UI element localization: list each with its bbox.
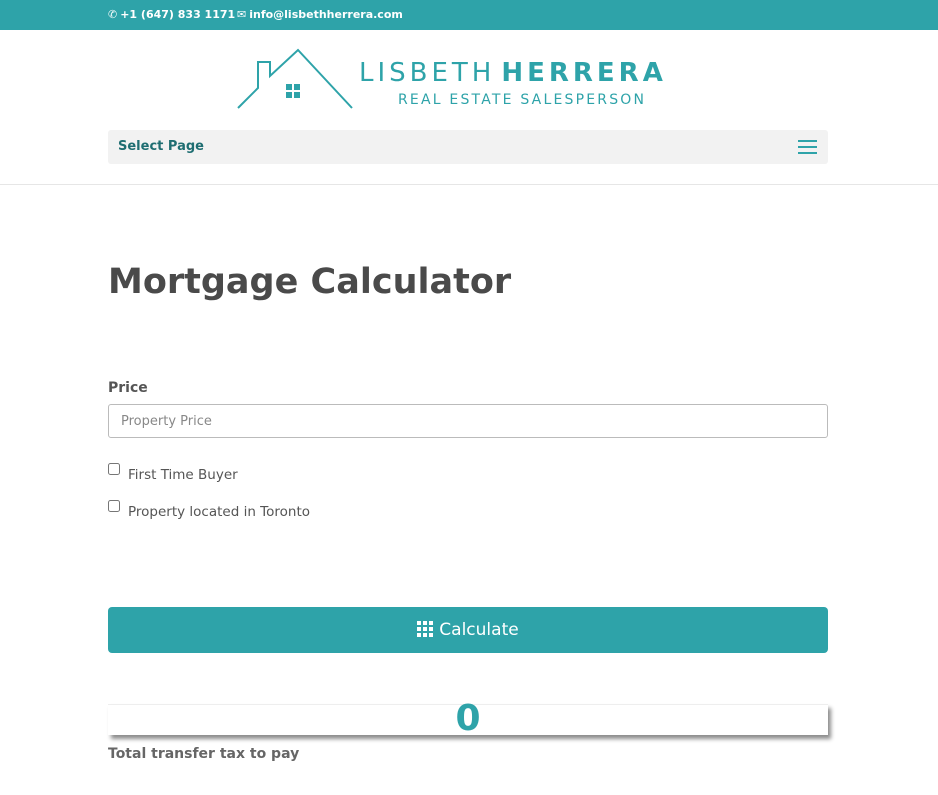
toronto-property-checkbox[interactable]: [108, 500, 120, 512]
site-logo[interactable]: LISBETH HERRERA REAL ESTATE SALESPERSON: [236, 48, 706, 112]
logo-last-name: HERRERA: [501, 58, 667, 88]
transfer-tax-value: 0: [455, 698, 481, 739]
email-address: info@lisbethherrera.com: [249, 8, 403, 21]
phone-icon: ✆: [108, 8, 118, 21]
phone-link[interactable]: ✆ +1 (647) 833 1171: [108, 8, 235, 22]
logo-first-name: LISBETH: [359, 58, 496, 88]
first-time-buyer-label[interactable]: First Time Buyer: [128, 467, 238, 483]
site-header: LISBETH HERRERA REAL ESTATE SALESPERSON S…: [0, 30, 938, 185]
hamburger-menu-icon[interactable]: [798, 140, 817, 154]
calculate-label: Calculate: [439, 620, 519, 640]
top-contact-bar: ✆ +1 (647) 833 1171 ✉ info@lisbethherrera.…: [0, 0, 938, 30]
grid-icon: [417, 621, 434, 637]
first-time-buyer-checkbox[interactable]: [108, 463, 120, 475]
mobile-menu-bar[interactable]: Select Page: [108, 130, 828, 164]
result-box: 0: [108, 699, 828, 739]
property-price-input[interactable]: [108, 404, 828, 438]
logo-subtitle: REAL ESTATE SALESPERSON: [398, 92, 647, 108]
house-logo-icon: [237, 48, 353, 109]
toronto-property-label[interactable]: Property located in Toronto: [128, 504, 310, 520]
transfer-tax-label: Total transfer tax to pay: [108, 746, 300, 762]
page-title: Mortgage Calculator: [108, 262, 512, 302]
calculate-button[interactable]: Calculate: [108, 607, 828, 653]
select-page-label: Select Page: [118, 139, 204, 154]
logo-name: LISBETH HERRERA: [359, 58, 667, 88]
envelope-icon: ✉: [237, 8, 247, 21]
phone-number: +1 (647) 833 1171: [120, 8, 236, 21]
price-label: Price: [108, 380, 148, 396]
email-link[interactable]: ✉ info@lisbethherrera.com: [237, 8, 403, 22]
